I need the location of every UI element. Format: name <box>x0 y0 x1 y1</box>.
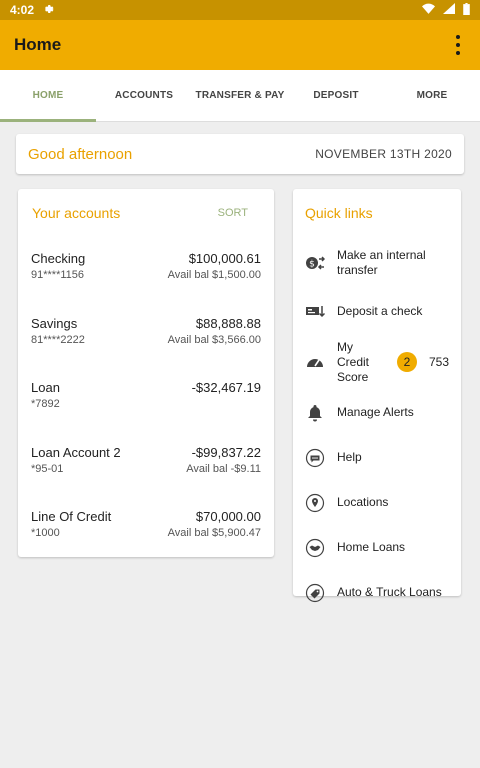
handshake-icon <box>305 538 325 558</box>
quick-link-auto-truck-loans[interactable]: Auto & Truck Loans <box>293 570 461 615</box>
account-balance: -$99,837.22 <box>191 444 261 460</box>
settings-icon <box>42 3 54 18</box>
account-number: *7892 <box>31 398 60 410</box>
account-row-line-of-credit[interactable]: Line Of Credit *1000 $70,000.00 Avail bal … <box>18 495 274 560</box>
account-balance: $70,000.00 <box>195 509 261 524</box>
quick-link-label: Make an internal transfer <box>337 248 426 277</box>
tab-more[interactable]: MORE <box>384 70 480 121</box>
quick-link-credit-score[interactable]: My Credit Score 2 753 <box>293 334 461 390</box>
app-bar: Home <box>0 20 480 70</box>
account-name: Checking <box>31 251 86 266</box>
check-deposit-icon <box>305 302 325 322</box>
quick-links-card: Quick links $ Make an internal transfer … <box>293 189 461 602</box>
account-row-checking[interactable]: Checking 91****1156 $100,000.61 Avail bal … <box>18 237 274 302</box>
signal-icon <box>443 3 455 17</box>
account-row-savings[interactable]: Savings 81****2222 $88,888.88 Avail bal $3… <box>18 302 274 367</box>
account-balance: $100,000.61 <box>188 251 261 266</box>
account-number: *1000 <box>31 527 60 539</box>
sort-button[interactable]: SORT <box>218 207 248 219</box>
quick-link-locations[interactable]: Locations <box>293 480 461 525</box>
tag-icon <box>305 583 325 603</box>
quick-link-label: Home Loans <box>337 540 406 554</box>
account-number: 91****1156 <box>31 269 85 281</box>
bell-icon <box>305 403 325 423</box>
status-time: 4:02 <box>10 3 35 17</box>
quick-link-manage-alerts[interactable]: Manage Alerts <box>293 390 461 435</box>
available-balance: Avail bal -$9.11 <box>186 462 261 475</box>
battery-icon <box>463 2 470 18</box>
credit-score-value: 753 <box>428 355 449 369</box>
account-number: *95-01 <box>31 462 64 475</box>
overflow-menu-icon[interactable] <box>450 35 466 55</box>
quick-link-label: Manage Alerts <box>337 405 414 419</box>
quick-link-internal-transfer[interactable]: $ Make an internal transfer <box>293 237 461 289</box>
status-bar: 4:02 <box>0 0 480 20</box>
tab-bar: HOME ACCOUNTS TRANSFER & PAY DEPOSIT MOR… <box>0 70 480 122</box>
greeting-banner: Good afternoon NOVEMBER 13TH 2020 <box>16 134 464 174</box>
wifi-icon <box>422 3 435 17</box>
quick-link-label: My Credit Score <box>337 339 370 384</box>
account-name: Line Of Credit <box>31 509 112 524</box>
accounts-title: Your accounts <box>32 205 121 221</box>
account-number: 81****2222 <box>31 333 85 346</box>
account-row-loan-account-2[interactable]: Loan Account 2 *95-01 -$99,837.22 Avail ba… <box>18 431 274 496</box>
chat-icon <box>305 448 325 468</box>
account-balance: -$32,467.19 <box>191 380 261 395</box>
transfer-icon: $ <box>305 253 325 273</box>
quick-link-deposit-check[interactable]: Deposit a check <box>293 289 461 334</box>
accounts-card: Your accounts SORT Checking 91****1156 $1… <box>18 189 274 557</box>
quick-link-label: Locations <box>337 495 389 509</box>
tab-deposit[interactable]: DEPOSIT <box>288 70 384 121</box>
available-balance: Avail bal $1,500.00 <box>167 269 261 281</box>
location-pin-icon <box>305 493 325 513</box>
quick-link-label: Deposit a check <box>337 304 423 318</box>
available-balance: Avail bal $5,900.47 <box>167 527 261 539</box>
svg-text:$: $ <box>309 260 315 270</box>
tab-accounts[interactable]: ACCOUNTS <box>96 70 192 121</box>
account-row-loan[interactable]: Loan *7892 -$32,467.19 <box>18 366 274 431</box>
tab-transfer-pay[interactable]: TRANSFER & PAY <box>192 70 288 121</box>
current-date: NOVEMBER 13TH 2020 <box>315 147 452 161</box>
quick-links-title: Quick links <box>305 205 373 221</box>
account-name: Loan <box>31 380 60 395</box>
account-name: Savings <box>31 315 78 331</box>
gauge-icon <box>305 352 325 372</box>
notification-badge: 2 <box>396 352 417 372</box>
page-title: Home <box>14 35 62 54</box>
quick-link-help[interactable]: Help <box>293 435 461 480</box>
available-balance: Avail bal $3,566.00 <box>167 333 261 346</box>
tab-home[interactable]: HOME <box>0 70 96 122</box>
account-balance: $88,888.88 <box>195 315 261 331</box>
account-name: Loan Account 2 <box>31 444 121 460</box>
quick-link-label: Auto & Truck Loans <box>337 585 442 599</box>
quick-link-label: Help <box>337 450 362 464</box>
greeting-text: Good afternoon <box>28 145 133 163</box>
quick-link-home-loans[interactable]: Home Loans <box>293 525 461 570</box>
